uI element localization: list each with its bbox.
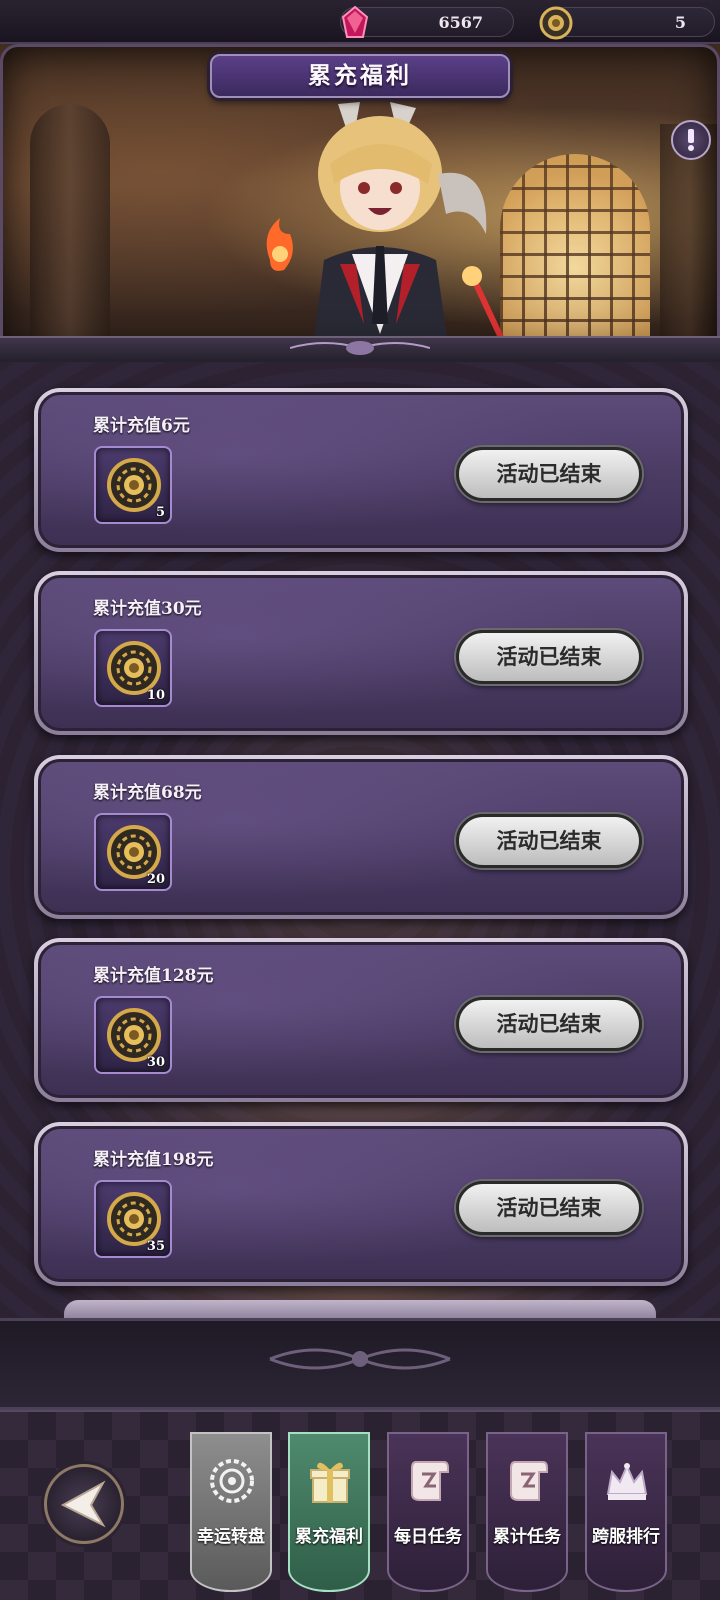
reward-card-body: 累计充值198元 35 活动已结束 — [38, 1126, 684, 1282]
info-icon — [688, 129, 694, 151]
reward-quantity: 10 — [146, 688, 165, 703]
reward-card-body: 累计充值6元 5 活动已结束 — [38, 392, 684, 548]
reward-quantity: 30 — [146, 1055, 165, 1070]
reward-quantity: 35 — [146, 1239, 165, 1254]
chip-coin-icon — [107, 458, 161, 512]
resource-bar: 6567 5 — [0, 0, 720, 44]
ornament-icon — [269, 1348, 451, 1370]
reward-quantity: 5 — [155, 505, 165, 520]
tab-cumulative-tasks[interactable]: 累计任务 — [486, 1432, 568, 1592]
back-button[interactable] — [44, 1464, 124, 1544]
gem-count: 6567 — [438, 13, 483, 32]
gem-icon — [341, 5, 369, 38]
reward-item-slot[interactable]: 35 — [94, 1180, 172, 1258]
tab-label: 每日任务 — [394, 1527, 462, 1547]
event-ended-button[interactable]: 活动已结束 — [456, 814, 642, 868]
reward-card-body: 累计充值30元 10 活动已结束 — [38, 575, 684, 731]
reward-card: 累计充值198元 35 活动已结束 — [34, 1122, 688, 1286]
event-ended-button[interactable]: 活动已结束 — [456, 630, 642, 684]
tab-daily-tasks[interactable]: 每日任务 — [387, 1432, 469, 1592]
ornament-icon — [290, 341, 430, 355]
reward-quantity: 20 — [146, 872, 165, 887]
banner-title-plate: 累充福利 — [210, 54, 510, 98]
tab-label: 幸运转盘 — [197, 1527, 265, 1547]
coin-counter[interactable]: 5 — [539, 6, 715, 40]
tier-title: 累计充值6元 — [93, 416, 190, 436]
event-ended-button[interactable]: 活动已结束 — [456, 997, 642, 1051]
event-ended-button[interactable]: 活动已结束 — [456, 447, 642, 501]
tier-title: 累计充值198元 — [93, 1150, 214, 1170]
tab-lucky-wheel[interactable]: 幸运转盘 — [190, 1432, 272, 1592]
gem-counter[interactable]: 6567 — [340, 5, 514, 38]
reward-item-slot[interactable]: 5 — [94, 446, 172, 524]
reward-card-body: 累计充值68元 20 活动已结束 — [38, 759, 684, 915]
coin-count: 5 — [674, 13, 686, 32]
reward-card: 累计充值128元 30 活动已结束 — [34, 938, 688, 1102]
tab-recharge-bonus[interactable]: 累充福利 — [288, 1432, 370, 1592]
wheel-icon — [210, 1459, 254, 1503]
crown-icon — [606, 1463, 648, 1500]
reward-item-slot[interactable]: 20 — [94, 813, 172, 891]
reward-item-slot[interactable]: 30 — [94, 996, 172, 1074]
tab-label: 跨服排行 — [592, 1527, 660, 1547]
tab-label: 累充福利 — [295, 1527, 363, 1547]
scroll-icon — [510, 1461, 548, 1501]
reward-item-slot[interactable]: 10 — [94, 629, 172, 707]
reward-card: 累计充值68元 20 活动已结束 — [34, 755, 688, 919]
reward-card: 累计充值6元 5 活动已结束 — [34, 388, 688, 552]
tier-title: 累计充值68元 — [93, 783, 202, 803]
tab-cross-server-ranking[interactable]: 跨服排行 — [585, 1432, 667, 1592]
back-arrow-icon — [60, 1480, 106, 1528]
chip-coin-icon — [539, 6, 573, 40]
tier-title: 累计充值128元 — [93, 966, 214, 986]
banner-base-divider — [0, 336, 720, 362]
tab-label: 累计任务 — [493, 1527, 561, 1547]
banner-title: 累充福利 — [308, 62, 412, 89]
scroll-icon — [411, 1461, 449, 1501]
event-ended-button[interactable]: 活动已结束 — [456, 1181, 642, 1235]
tier-title: 累计充值30元 — [93, 599, 202, 619]
reward-card-body: 累计充值128元 30 活动已结束 — [38, 942, 684, 1098]
event-banner: 累充福利 — [0, 44, 720, 360]
list-footer-frame — [0, 1318, 720, 1410]
reward-card: 累计充值30元 10 活动已结束 — [34, 571, 688, 735]
gift-icon — [310, 1462, 350, 1503]
info-button[interactable] — [671, 120, 711, 160]
